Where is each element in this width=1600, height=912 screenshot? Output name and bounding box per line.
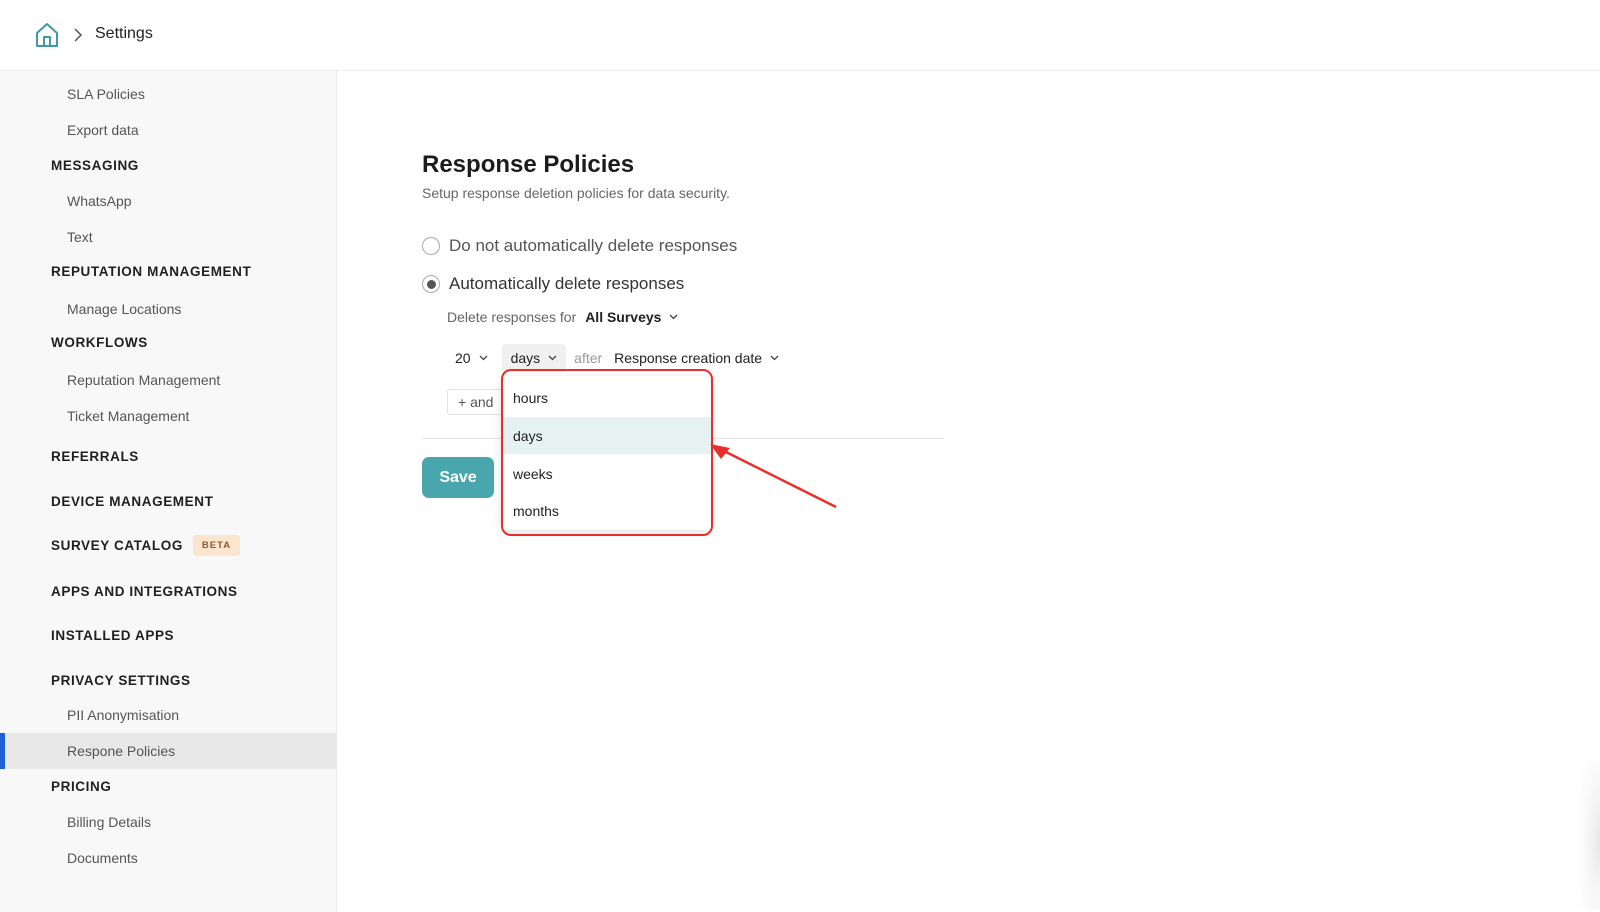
sidebar-item-reputation-management[interactable]: Reputation Management	[0, 362, 337, 398]
chevron-down-icon	[669, 314, 678, 320]
chevron-down-icon	[548, 355, 557, 361]
unit-value: days	[510, 350, 541, 366]
deletion-rule-row: 20 days after Response creation date	[447, 344, 779, 372]
amount-select[interactable]: 20	[447, 344, 496, 372]
delete-for-label: Delete responses for	[447, 309, 577, 325]
settings-sidebar: SLA Policies Export data MESSAGING Whats…	[0, 71, 337, 912]
survey-scope-value: All Surveys	[585, 309, 662, 325]
dropdown-option-hours[interactable]: hours	[501, 379, 711, 416]
sidebar-section-label: PRIVACY SETTINGS	[51, 673, 191, 688]
sidebar-section-label: REPUTATION MANAGEMENT	[51, 264, 252, 279]
sidebar-section-pricing[interactable]: PRICING	[51, 779, 111, 794]
chevron-down-icon	[479, 355, 488, 361]
sidebar-item-label: Reputation Management	[67, 372, 221, 388]
sidebar-section-label: SURVEY CATALOG	[51, 538, 183, 553]
sidebar-section-reputation-management[interactable]: REPUTATION MANAGEMENT	[51, 264, 251, 279]
radio-button[interactable]	[422, 237, 440, 255]
survey-scope-select[interactable]: All Surveys	[585, 309, 678, 325]
sidebar-section-referrals[interactable]: REFERRALS	[51, 449, 139, 464]
annotation-arrow-icon	[710, 444, 837, 509]
sidebar-item-label: PII Anonymisation	[67, 707, 180, 723]
page-subtitle: Setup response deletion policies for dat…	[422, 185, 730, 201]
radio-do-not-delete[interactable]: Do not automatically delete responses	[422, 236, 737, 256]
radio-label: Do not automatically delete responses	[449, 236, 738, 255]
sidebar-section-label: DEVICE MANAGEMENT	[51, 494, 214, 509]
unit-select[interactable]: days	[501, 344, 567, 372]
sidebar-item-ticket-management[interactable]: Ticket Management	[0, 398, 337, 434]
sidebar-item-text[interactable]: Text	[0, 219, 337, 255]
breadcrumb-chevron-icon	[74, 28, 83, 42]
sidebar-section-workflows[interactable]: WORKFLOWS	[51, 335, 148, 350]
unit-dropdown-menu: hours days weeks months	[501, 376, 711, 530]
radio-label: Automatically delete responses	[449, 274, 685, 293]
sidebar-section-installed-apps[interactable]: INSTALLED APPS	[51, 628, 174, 643]
sidebar-section-survey-catalog[interactable]: SURVEY CATALOG BETA	[51, 535, 241, 556]
beta-badge: BETA	[192, 535, 241, 556]
amount-value: 20	[455, 350, 471, 366]
reference-date-select[interactable]: Response creation date	[614, 350, 779, 366]
breadcrumb-title: Settings	[95, 25, 153, 42]
sidebar-section-messaging[interactable]: MESSAGING	[51, 158, 139, 173]
sidebar-section-label: APPS AND INTEGRATIONS	[51, 584, 238, 599]
sidebar-item-billing-details[interactable]: Billing Details	[0, 804, 337, 840]
sidebar-item-label: Documents	[67, 850, 138, 866]
sidebar-item-label: Manage Locations	[67, 301, 182, 317]
sidebar-item-pii-anonymisation[interactable]: PII Anonymisation	[0, 697, 337, 733]
sidebar-section-label: WORKFLOWS	[51, 335, 148, 350]
sidebar-item-export-data[interactable]: Export data	[0, 112, 337, 148]
add-condition-button[interactable]: + and	[447, 389, 505, 415]
dropdown-option-months[interactable]: months	[501, 492, 711, 529]
sidebar-item-label: SLA Policies	[67, 86, 145, 102]
sidebar-item-whatsapp[interactable]: WhatsApp	[0, 183, 337, 219]
sidebar-item-label: Export data	[67, 122, 139, 138]
radio-dot	[426, 279, 436, 289]
home-icon[interactable]	[35, 22, 59, 48]
sidebar-section-label: PRICING	[51, 779, 112, 794]
sidebar-item-label: Respone Policies	[67, 743, 176, 759]
sidebar-item-documents[interactable]: Documents	[0, 840, 337, 876]
dropdown-option-days[interactable]: days	[501, 417, 711, 454]
chevron-down-icon	[770, 355, 779, 361]
sidebar-item-manage-locations[interactable]: Manage Locations	[0, 291, 337, 327]
radio-button[interactable]	[422, 275, 440, 293]
sidebar-section-label: MESSAGING	[51, 158, 139, 173]
sidebar-item-label: Text	[67, 229, 93, 245]
save-button[interactable]: Save	[422, 457, 494, 498]
sidebar-section-device-management[interactable]: DEVICE MANAGEMENT	[51, 494, 213, 509]
sidebar-section-apps-and-integrations[interactable]: APPS AND INTEGRATIONS	[51, 584, 238, 599]
sidebar-item-label: Billing Details	[67, 814, 152, 830]
top-bar: Settings	[0, 0, 1600, 71]
sidebar-item-response-policies[interactable]: Respone Policies	[0, 733, 337, 769]
delete-for-row: Delete responses for All Surveys	[447, 309, 678, 325]
radio-auto-delete[interactable]: Automatically delete responses	[422, 274, 684, 294]
after-connector: after	[574, 350, 603, 366]
active-indicator	[0, 733, 5, 769]
sidebar-section-privacy-settings[interactable]: PRIVACY SETTINGS	[51, 673, 191, 688]
scroll-shadow	[1566, 760, 1600, 910]
sidebar-item-label: WhatsApp	[67, 193, 132, 209]
sidebar-item-label: Ticket Management	[67, 408, 190, 424]
sidebar-section-label: REFERRALS	[51, 449, 139, 464]
sidebar-item-sla-policies[interactable]: SLA Policies	[0, 76, 337, 112]
sidebar-section-label: INSTALLED APPS	[51, 628, 175, 643]
dropdown-option-weeks[interactable]: weeks	[501, 455, 711, 492]
reference-date-value: Response creation date	[614, 350, 763, 366]
page-title: Response Policies	[422, 151, 635, 178]
main-content: Response Policies Setup response deletio…	[338, 71, 1600, 912]
